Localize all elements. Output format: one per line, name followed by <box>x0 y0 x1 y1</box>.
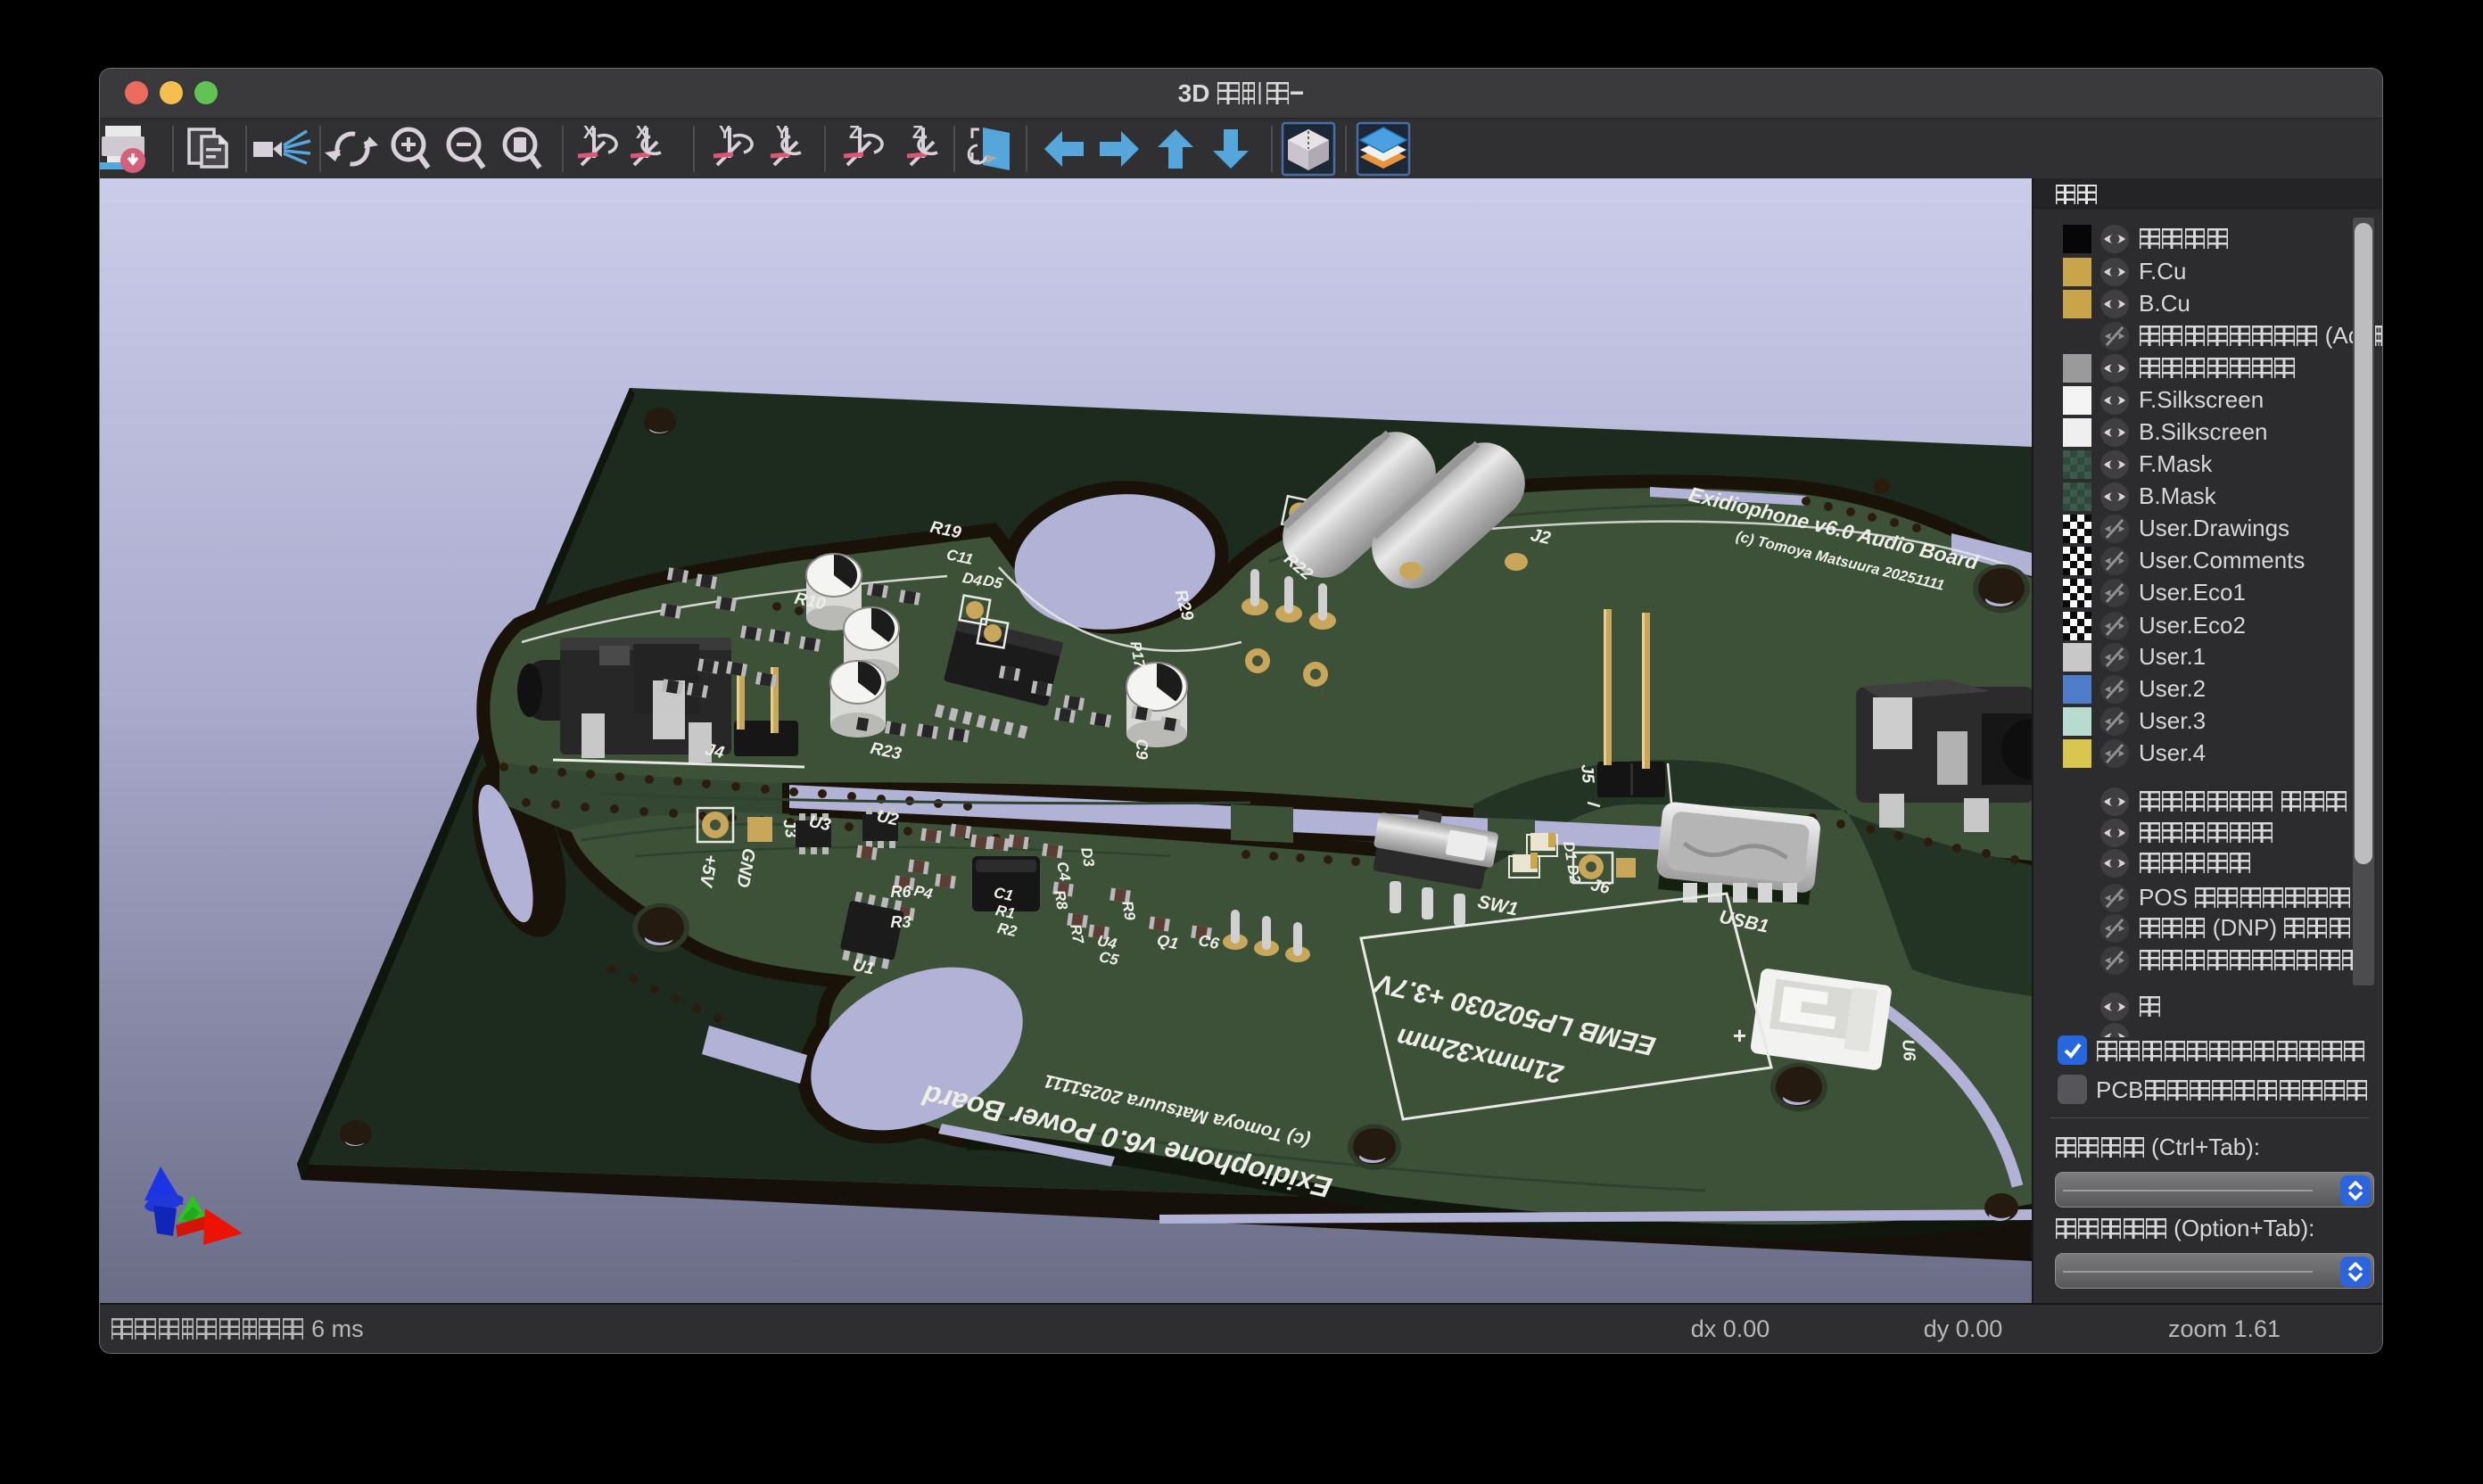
svg-text:J2: J2 <box>1529 525 1552 548</box>
svg-text:Y: Y <box>719 123 731 143</box>
svg-text:R3: R3 <box>890 913 911 931</box>
svg-text:J5: J5 <box>1577 763 1597 784</box>
svg-text:C4: C4 <box>1053 861 1074 883</box>
svg-text:C9: C9 <box>1133 738 1151 759</box>
svg-text:R6: R6 <box>890 883 912 901</box>
svg-text:D3: D3 <box>1077 846 1098 869</box>
svg-text:R9: R9 <box>1118 900 1139 922</box>
svg-text:R8: R8 <box>1051 889 1071 911</box>
svg-text:X: X <box>583 123 596 143</box>
svg-text:+: + <box>1732 1022 1745 1049</box>
svg-text:Z: Z <box>849 123 860 143</box>
svg-text:U6: U6 <box>1898 1039 1918 1062</box>
